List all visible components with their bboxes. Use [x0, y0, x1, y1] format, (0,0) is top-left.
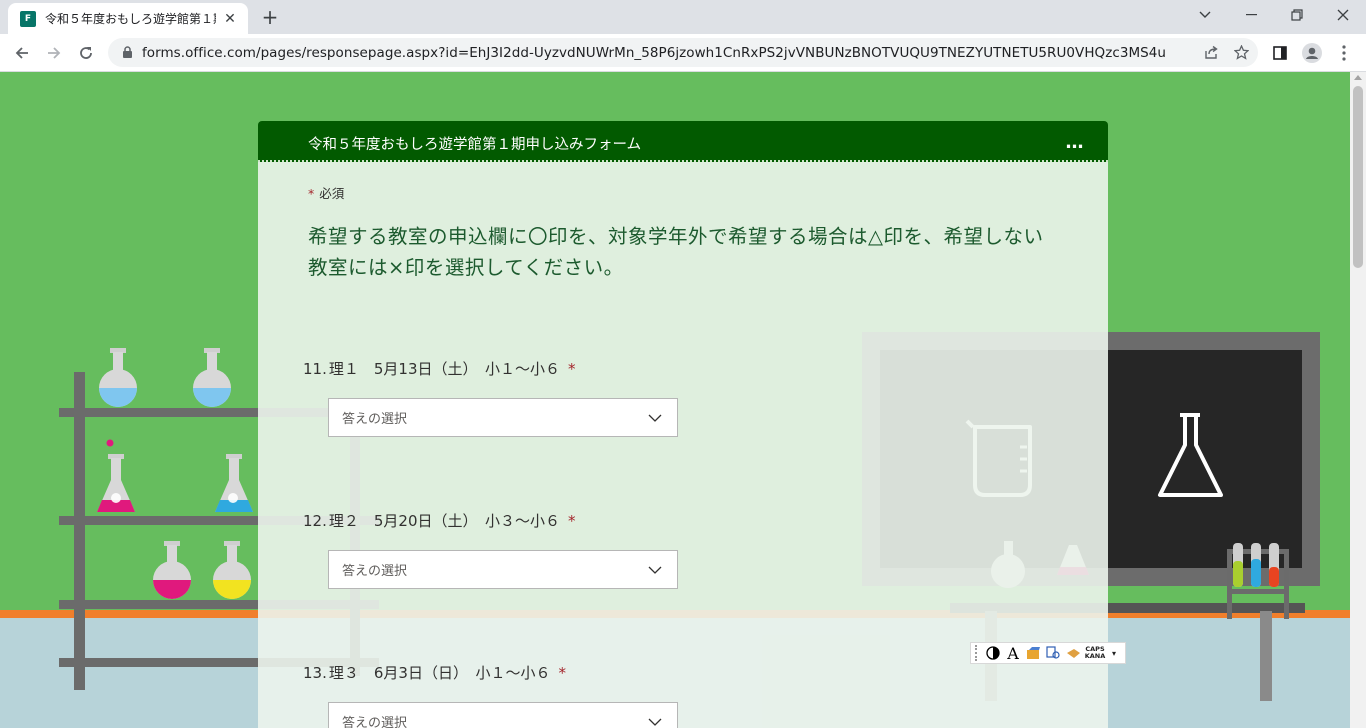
tab-search-icon[interactable] — [1182, 0, 1228, 30]
dropdown-placeholder: 答えの選択 — [342, 412, 408, 427]
question-number: 12. — [303, 512, 327, 530]
ime-grip-handle[interactable] — [975, 645, 979, 661]
question-11-dropdown[interactable]: 答えの選択 — [328, 398, 678, 437]
ime-language-bar: A CAPS KANA ▾ — [970, 642, 1126, 664]
dropdown-placeholder: 答えの選択 — [342, 716, 408, 728]
question-13-title: 13. 理３ 6月3日（日） 小１～小６ * — [303, 662, 566, 683]
question-13-dropdown[interactable]: 答えの選択 — [328, 702, 678, 728]
kana-label: KANA — [1084, 652, 1106, 660]
kebab-menu-icon[interactable] — [1330, 39, 1358, 67]
required-star: * — [558, 664, 566, 682]
chevron-down-icon — [645, 560, 665, 580]
form-card: 令和５年度おもしろ遊学館第１期申し込みフォーム … * 必須 希望する教室の申込欄… — [258, 121, 1108, 728]
lock-icon[interactable] — [120, 46, 134, 60]
ime-caps-kana-indicator: CAPS KANA — [1083, 646, 1107, 660]
question-12-dropdown[interactable]: 答えの選択 — [328, 550, 678, 589]
tab-title: 令和５年度おもしろ遊学館第１期申し込みフォーム — [45, 12, 216, 26]
ime-input-mode-icon[interactable]: A — [1003, 644, 1023, 663]
question-number: 11. — [303, 360, 327, 378]
forward-icon[interactable] — [40, 39, 68, 67]
minimize-icon[interactable] — [1228, 0, 1274, 30]
browser-toolbar: forms.office.com/pages/responsepage.aspx… — [0, 34, 1366, 72]
reload-icon[interactable] — [72, 39, 100, 67]
form-title: 令和５年度おもしろ遊学館第１期申し込みフォーム — [308, 137, 642, 153]
page-scrollbar[interactable] — [1350, 72, 1366, 728]
url-text[interactable]: forms.office.com/pages/responsepage.aspx… — [142, 45, 1198, 61]
forms-favicon-icon: F — [20, 10, 36, 27]
back-icon[interactable] — [8, 39, 36, 67]
required-star: * — [568, 512, 576, 530]
form-instructions: 希望する教室の申込欄に〇印を、対象学年外で希望する場合は△印を、希望しない教室に… — [308, 225, 1044, 279]
required-star: * — [308, 186, 315, 201]
ime-mode-icon[interactable] — [983, 644, 1003, 662]
question-text: 理１ 5月13日（土） 小１～小６ — [328, 360, 560, 378]
address-bar[interactable]: forms.office.com/pages/responsepage.aspx… — [108, 38, 1258, 67]
required-note: * 必須 — [308, 183, 344, 202]
tab-close-icon[interactable]: ✕ — [222, 11, 238, 27]
tab-bar: F 令和５年度おもしろ遊学館第１期申し込みフォーム ✕ + — [0, 0, 1366, 34]
question-text: 理２ 5月20日（土） 小３～小６ — [328, 512, 560, 530]
chevron-down-icon — [645, 408, 665, 428]
ime-options-dropdown-icon[interactable]: ▾ — [1107, 649, 1121, 658]
star-icon[interactable] — [1228, 40, 1254, 66]
ime-pad-icon[interactable] — [1023, 644, 1043, 662]
chevron-down-icon — [645, 712, 665, 728]
share-icon[interactable] — [1198, 40, 1224, 66]
browser-tab[interactable]: F 令和５年度おもしろ遊学館第１期申し込みフォーム ✕ — [8, 3, 248, 34]
scroll-thumb[interactable] — [1353, 86, 1363, 268]
ime-dictionary-icon[interactable] — [1043, 644, 1063, 662]
question-11-title: 11. 理１ 5月13日（土） 小１～小６ * — [303, 358, 576, 379]
sidepanel-icon[interactable] — [1266, 39, 1294, 67]
required-label: 必須 — [319, 186, 345, 201]
close-icon[interactable] — [1320, 0, 1366, 30]
required-star: * — [568, 360, 576, 378]
dropdown-placeholder: 答えの選択 — [342, 564, 408, 579]
ime-tools-icon[interactable] — [1063, 644, 1083, 662]
new-tab-button[interactable]: + — [258, 5, 282, 29]
page-background: 令和５年度おもしろ遊学館第１期申し込みフォーム … * 必須 希望する教室の申込欄… — [0, 72, 1350, 728]
question-number: 13. — [303, 664, 327, 682]
form-header: 令和５年度おもしろ遊学館第１期申し込みフォーム … — [258, 121, 1108, 162]
profile-icon[interactable] — [1298, 39, 1326, 67]
question-text: 理３ 6月3日（日） 小１～小６ — [328, 664, 551, 682]
question-12-title: 12. 理２ 5月20日（土） 小３～小６ * — [303, 510, 576, 531]
more-options-icon[interactable]: … — [1062, 132, 1088, 153]
scroll-up-icon[interactable] — [1354, 75, 1362, 80]
restore-icon[interactable] — [1274, 0, 1320, 30]
